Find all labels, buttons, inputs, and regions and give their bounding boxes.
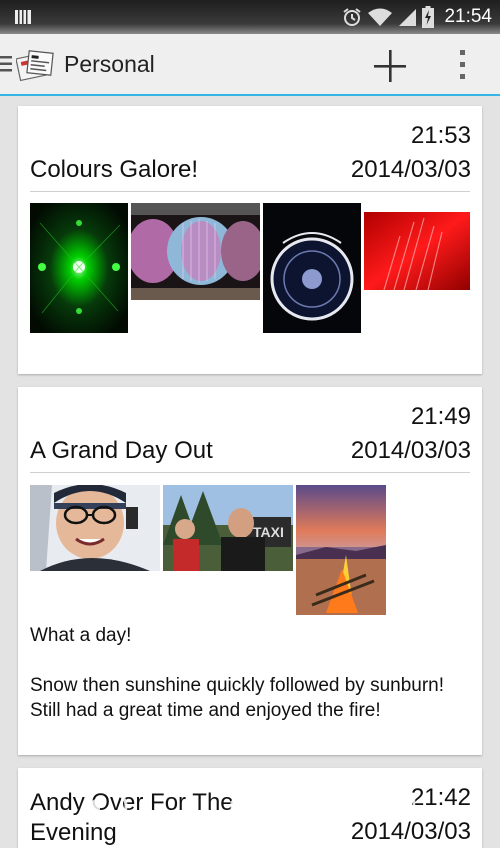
drawer-icon[interactable] (0, 54, 14, 74)
alarm-icon (343, 8, 362, 26)
notification-icon (15, 10, 31, 24)
battery-charging-icon (422, 6, 435, 28)
action-bar: Personal (0, 34, 500, 96)
note-time: 21:49 (410, 403, 471, 430)
divider (30, 191, 470, 192)
overflow-menu-icon[interactable] (452, 48, 474, 82)
app-icon[interactable] (16, 46, 54, 82)
campfire-sunset-photo[interactable] (296, 485, 386, 615)
status-bar: 21:54 (0, 0, 500, 34)
navigation-bar (0, 782, 500, 833)
note-title: A Grand Day Out (30, 437, 213, 464)
note-body-line: Snow then sunshine quickly followed by s… (30, 675, 445, 721)
home-icon[interactable] (228, 788, 276, 818)
note-date: 2014/03/03 (350, 156, 471, 183)
selfie-snow-photo[interactable] (30, 485, 160, 571)
add-icon[interactable] (370, 46, 410, 86)
note-title: Colours Galore! (30, 156, 199, 183)
green-laser-photo[interactable] (30, 203, 128, 333)
note-time: 21:53 (410, 122, 471, 149)
wifi-icon (368, 8, 393, 26)
divider (30, 472, 470, 473)
back-icon[interactable] (80, 790, 130, 820)
note-card[interactable]: 21:53 Colours Galore! 2014/03/03 (18, 106, 482, 374)
recent-apps-icon[interactable] (372, 790, 418, 820)
note-date: 2014/03/03 (350, 437, 471, 464)
glass-bowl-photo[interactable] (263, 203, 361, 333)
two-people-taxi-photo[interactable]: TAXI (163, 485, 293, 571)
signal-icon (399, 9, 417, 26)
note-card[interactable]: 21:49 A Grand Day Out 2014/03/03 TAXI Wh… (18, 387, 482, 755)
red-fibre-photo[interactable] (364, 212, 470, 290)
status-time: 21:54 (444, 6, 492, 27)
page-title: Personal (64, 51, 155, 77)
tunnel-lights-photo[interactable] (131, 203, 260, 300)
note-body: What a day! Snow then sunshine quickly f… (30, 623, 470, 723)
note-body-line: What a day! (30, 625, 132, 646)
